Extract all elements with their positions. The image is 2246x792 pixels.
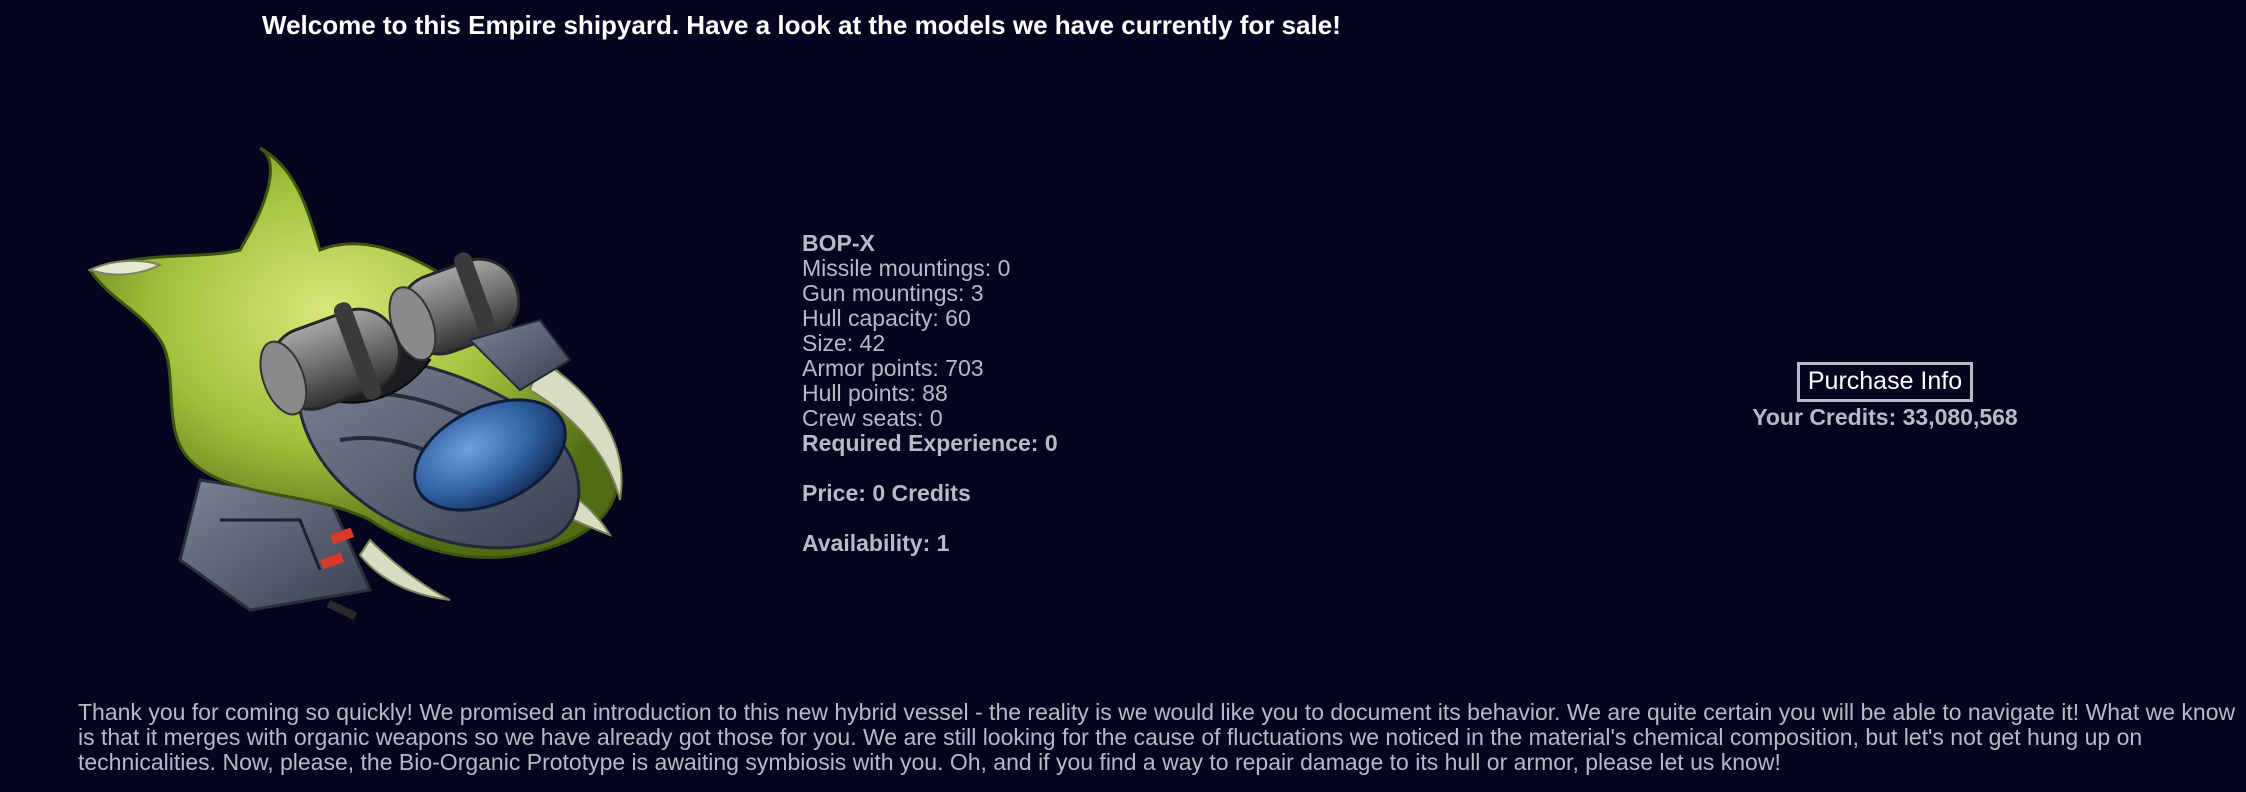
ship-description: Thank you for coming so quickly! We prom… <box>78 699 2236 775</box>
stat-hull-points: Hull points: 88 <box>802 380 948 406</box>
shipyard-page: Welcome to this Empire shipyard. Have a … <box>0 0 2246 792</box>
stats-spacer <box>802 506 1058 531</box>
stat-hull-capacity: Hull capacity: 60 <box>802 305 971 331</box>
purchase-panel: Purchase Info Your Credits: 33,080,568 <box>1720 362 2050 431</box>
stat-crew-seats: Crew seats: 0 <box>802 405 943 431</box>
stat-armor-points: Armor points: 703 <box>802 355 984 381</box>
stat-gun-mountings: Gun mountings: 3 <box>802 280 984 306</box>
credits-display: Your Credits: 33,080,568 <box>1752 404 2018 430</box>
ship-image <box>87 146 623 620</box>
ship-name: BOP-X <box>802 230 875 256</box>
stat-required-experience: Required Experience: 0 <box>802 430 1058 456</box>
stat-size: Size: 42 <box>802 330 886 356</box>
purchase-info-button[interactable]: Purchase Info <box>1796 362 1974 402</box>
ship-stats-panel: BOP-X Missile mountings: 0 Gun mountings… <box>802 231 1058 556</box>
stats-spacer <box>802 456 1058 481</box>
stat-missile-mountings: Missile mountings: 0 <box>802 255 1011 281</box>
welcome-heading: Welcome to this Empire shipyard. Have a … <box>262 10 1341 40</box>
stat-price: Price: 0 Credits <box>802 480 971 506</box>
stat-availability: Availability: 1 <box>802 530 950 556</box>
